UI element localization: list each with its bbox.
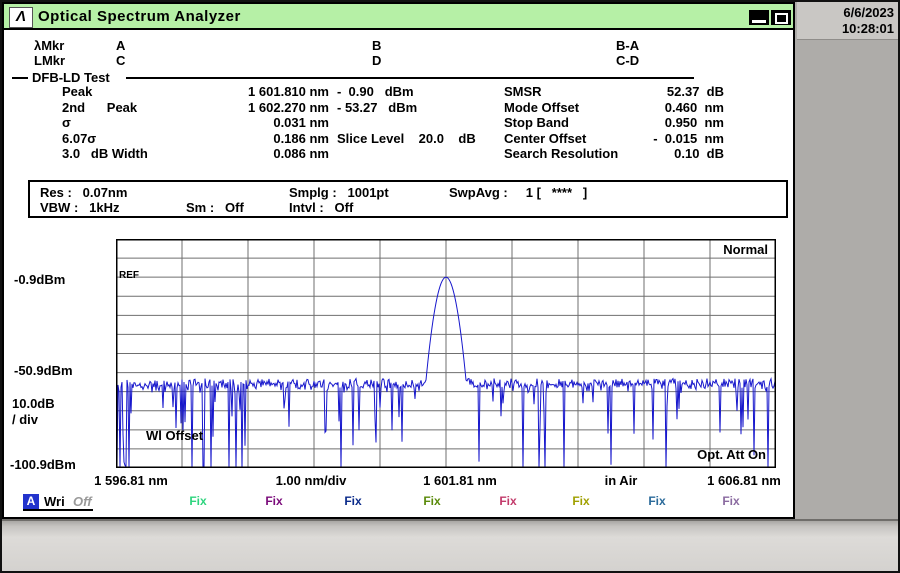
lvl-marker-diff: C-D	[616, 53, 639, 68]
y-axis-bottom-label: -100.9dBm	[10, 457, 76, 472]
datetime-display: 6/6/2023 10:28:01	[797, 2, 900, 40]
lvl-marker-d: D	[372, 53, 381, 68]
y-axis-per-div-label: 10.0dB	[12, 396, 55, 411]
x-axis-label: in Air	[605, 473, 638, 488]
main-window: Λ Optical Spectrum Analyzer λMkr A B B-A…	[2, 2, 795, 519]
result-label: 6.07σ	[62, 131, 96, 146]
anritsu-logo-icon: Λ	[9, 7, 33, 28]
setting-item: Sm : Off	[186, 200, 244, 215]
analysis-title: DFB-LD Test	[32, 70, 110, 85]
result-extra: Slice Level 20.0 dB	[337, 131, 476, 146]
wl-marker-a: A	[116, 38, 125, 53]
setting-item: Res : 0.07nm	[40, 185, 127, 200]
lvl-marker-c: C	[116, 53, 125, 68]
result-value: 1 602.270 nm	[154, 100, 329, 115]
result-label: Stop Band	[504, 115, 569, 130]
trace-fix-label[interactable]: Fix	[499, 494, 516, 508]
setting-item: Intvl : Off	[289, 200, 353, 215]
minimize-icon[interactable]	[749, 10, 769, 25]
trace-fix-label[interactable]: Fix	[423, 494, 440, 508]
legend-dash-left	[12, 77, 28, 79]
trace-mode-label: Normal	[723, 242, 768, 257]
window-title: Optical Spectrum Analyzer	[38, 8, 241, 25]
result-value: 52.37 dB	[594, 84, 724, 99]
result-value: 1 601.810 nm	[154, 84, 329, 99]
result-label: 3.0 dB Width	[62, 146, 148, 161]
title-bar[interactable]: Λ Optical Spectrum Analyzer	[4, 4, 793, 30]
chart-canvas	[116, 239, 776, 468]
ref-level-label: REF	[119, 270, 139, 281]
legend-underline	[23, 509, 93, 511]
result-label: SMSR	[504, 84, 542, 99]
result-value: 0.460 nm	[594, 100, 724, 115]
wl-marker-label: λMkr	[34, 38, 64, 53]
y-axis-per-div-unit: / div	[12, 412, 38, 427]
softkey-sidebar: Center1601.81nmSpan10.00nmPeak->CenterSt…	[795, 2, 900, 522]
trace-fix-label[interactable]: Fix	[344, 494, 361, 508]
result-value: 0.086 nm	[154, 146, 329, 161]
function-toolbar: -→ Wave-lengthLevelScaleRes/VBW/AvgPeak/…	[2, 519, 900, 573]
spectrum-chart[interactable]: Normal REF Wl Offset Opt. Att On	[116, 239, 776, 468]
x-axis-label: 1.00 nm/div	[276, 473, 347, 488]
maximize-icon[interactable]	[771, 10, 791, 25]
time-text: 10:28:01	[797, 21, 894, 37]
trace-state-label: Off	[73, 494, 92, 509]
result-label: σ	[62, 115, 71, 130]
trace-fix-label[interactable]: Fix	[265, 494, 282, 508]
x-axis-label: 1 606.81 nm	[707, 473, 781, 488]
trace-write-label: Wri	[44, 494, 65, 509]
y-axis-mid-label: -50.9dBm	[14, 363, 73, 378]
result-value: 0.031 nm	[154, 115, 329, 130]
x-axis-label: 1 601.81 nm	[423, 473, 497, 488]
wl-marker-diff: B-A	[616, 38, 639, 53]
trace-a-badge: A	[23, 494, 39, 509]
sweep-settings-box: Res : 0.07nm Smplg : 1001pt SwpAvg : 1 [ *…	[28, 180, 788, 218]
result-label: Mode Offset	[504, 100, 579, 115]
result-label: Peak	[62, 84, 92, 99]
setting-item: Smplg : 1001pt	[289, 185, 389, 200]
setting-item: VBW : 1kHz	[40, 200, 119, 215]
trace-fix-label[interactable]: Fix	[189, 494, 206, 508]
legend-dash-right	[126, 77, 694, 79]
wl-offset-label: Wl Offset	[146, 428, 203, 443]
result-value: - 0.015 nm	[594, 131, 724, 146]
result-label: 2nd Peak	[62, 100, 137, 115]
trace-fix-label[interactable]: Fix	[648, 494, 665, 508]
x-axis-label: 1 596.81 nm	[94, 473, 168, 488]
lvl-marker-label: LMkr	[34, 53, 65, 68]
result-value: 0.950 nm	[594, 115, 724, 130]
wl-marker-b: B	[372, 38, 381, 53]
result-value: 0.186 nm	[154, 131, 329, 146]
trace-fix-label[interactable]: Fix	[722, 494, 739, 508]
result-value: 0.10 dB	[594, 146, 724, 161]
result-label: Center Offset	[504, 131, 586, 146]
trace-fix-label[interactable]: Fix	[572, 494, 589, 508]
opt-att-on-label: Opt. Att On	[697, 447, 766, 462]
result-extra: - 0.90 dBm	[337, 84, 414, 99]
result-extra: - 53.27 dBm	[337, 100, 417, 115]
y-axis-ref-label: -0.9dBm	[14, 272, 65, 287]
date-text: 6/6/2023	[797, 5, 894, 21]
setting-item: SwpAvg : 1 [ **** ]	[449, 185, 587, 200]
osa-screen: Λ Optical Spectrum Analyzer λMkr A B B-A…	[0, 0, 900, 573]
